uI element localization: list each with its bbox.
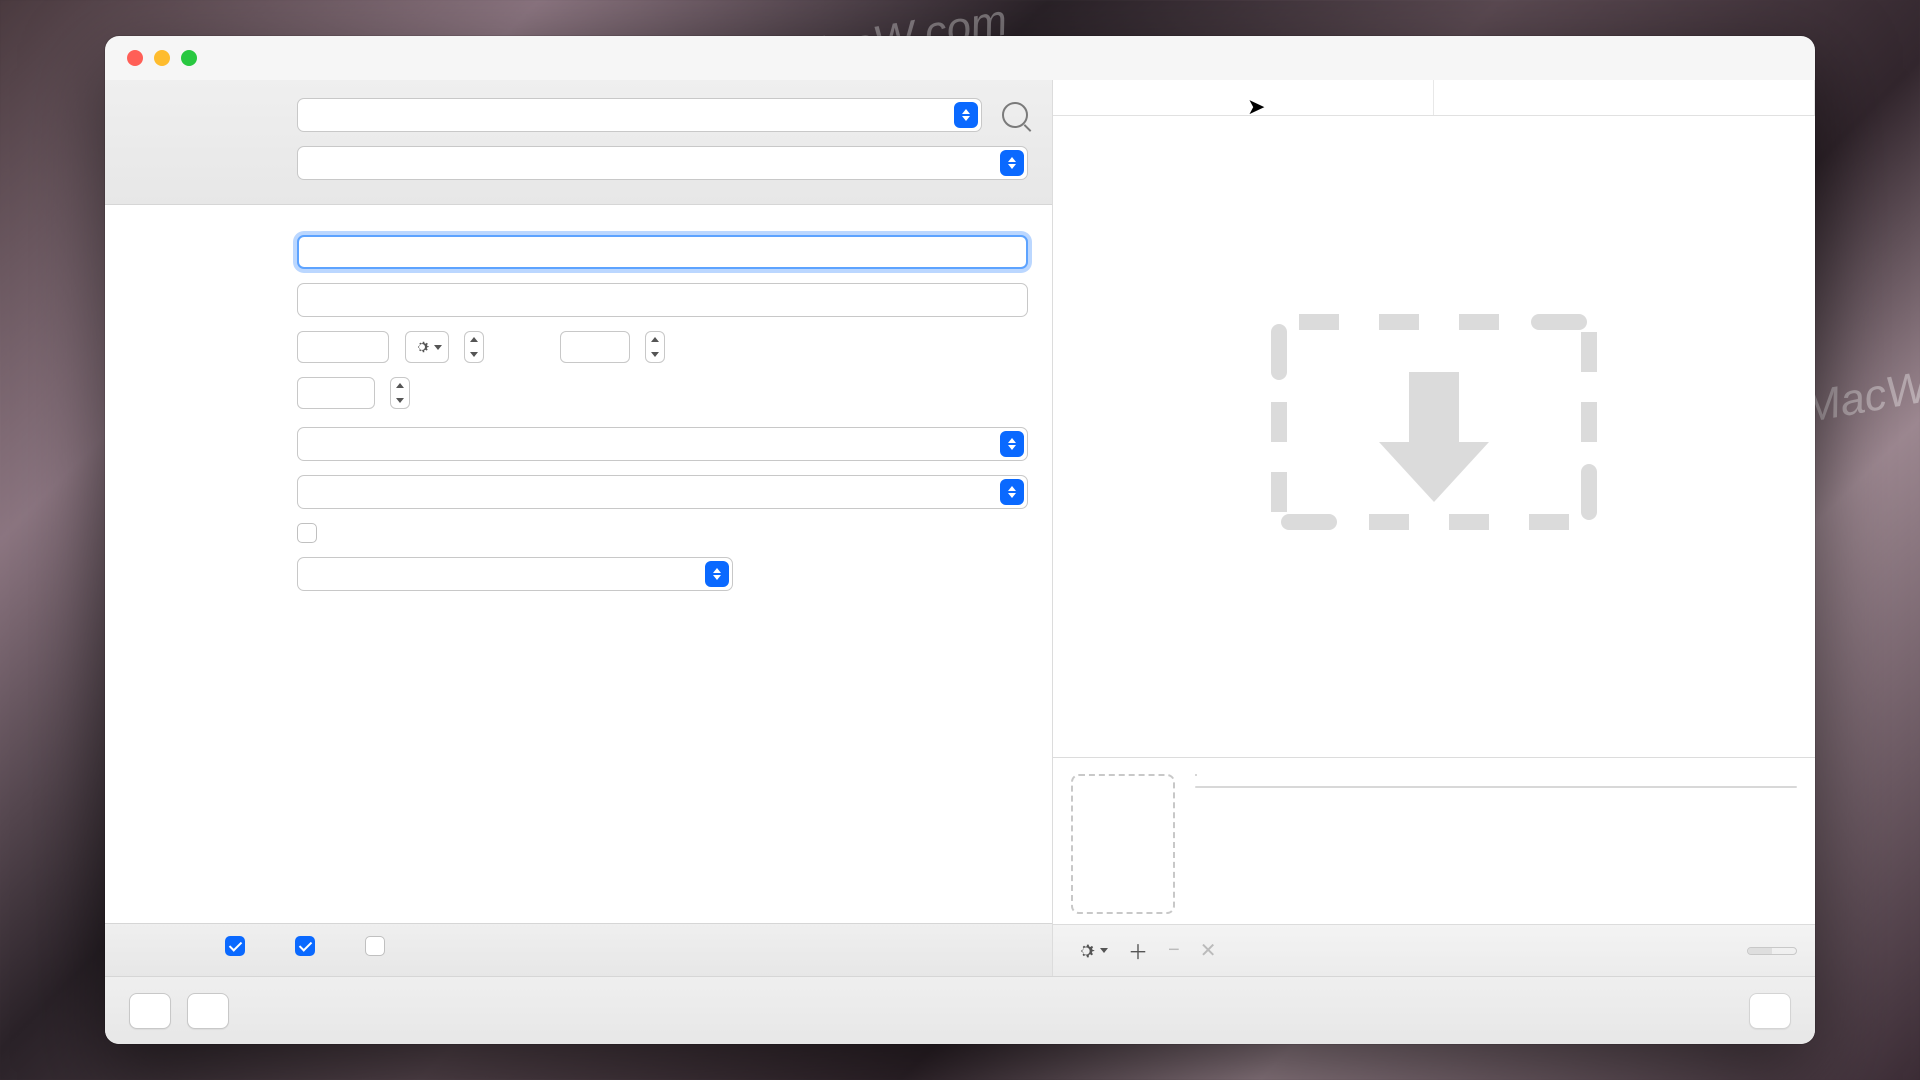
sort-first-select[interactable] <box>297 427 1028 461</box>
suffix-input[interactable] <box>297 283 1028 317</box>
drop-area[interactable] <box>1053 116 1815 757</box>
step-input[interactable] <box>560 331 630 363</box>
seg-auto[interactable] <box>1748 948 1772 954</box>
app-window: ➤ <box>105 36 1815 1044</box>
close-icon[interactable] <box>127 50 143 66</box>
chevron-updown-icon <box>954 102 978 128</box>
files-checkbox[interactable] <box>225 936 245 956</box>
dropzone-icon <box>1259 302 1609 542</box>
preview-table-header <box>1053 80 1815 116</box>
maximize-icon[interactable] <box>181 50 197 66</box>
chevron-updown-icon <box>1000 431 1024 457</box>
step-stepper[interactable] <box>645 331 665 363</box>
gear-menu-icon[interactable] <box>1075 940 1108 962</box>
clear-icon[interactable]: ✕ <box>1200 938 1217 963</box>
metadata-table <box>1195 786 1797 788</box>
prefix-input[interactable] <box>297 235 1028 269</box>
search-icon[interactable] <box>1002 102 1028 128</box>
chevron-updown-icon <box>1000 150 1024 176</box>
col-current-name <box>1053 80 1434 115</box>
folders-checkbox[interactable] <box>295 936 315 956</box>
chevron-updown-icon <box>705 561 729 587</box>
change-select[interactable] <box>297 557 733 591</box>
seg-manual[interactable] <box>1772 948 1796 954</box>
show-advanced-button[interactable] <box>129 993 171 1029</box>
padding-input[interactable] <box>297 377 375 409</box>
then-select[interactable] <box>297 475 1028 509</box>
remove-icon[interactable]: − <box>1168 939 1180 962</box>
perform-renames-button[interactable] <box>1749 993 1791 1029</box>
gear-icon[interactable] <box>405 331 449 363</box>
chevron-updown-icon <box>1000 479 1024 505</box>
mode-segment[interactable] <box>1747 947 1797 955</box>
thumbnail-placeholder <box>1071 774 1175 914</box>
col-change-to <box>1434 80 1815 115</box>
add-icon[interactable]: ＋ <box>1128 936 1148 965</box>
padding-stepper[interactable] <box>390 377 410 409</box>
subfolders-checkbox[interactable] <box>365 936 385 956</box>
create-droplet-button[interactable] <box>187 993 229 1029</box>
start-stepper[interactable] <box>464 331 484 363</box>
title-bar <box>105 36 1815 80</box>
separate-checkbox[interactable] <box>297 523 317 543</box>
start-input[interactable] <box>297 331 389 363</box>
action-select[interactable] <box>297 146 1028 180</box>
minimize-icon[interactable] <box>154 50 170 66</box>
category-select[interactable] <box>297 98 982 132</box>
metadata-tabs <box>1195 774 1197 776</box>
